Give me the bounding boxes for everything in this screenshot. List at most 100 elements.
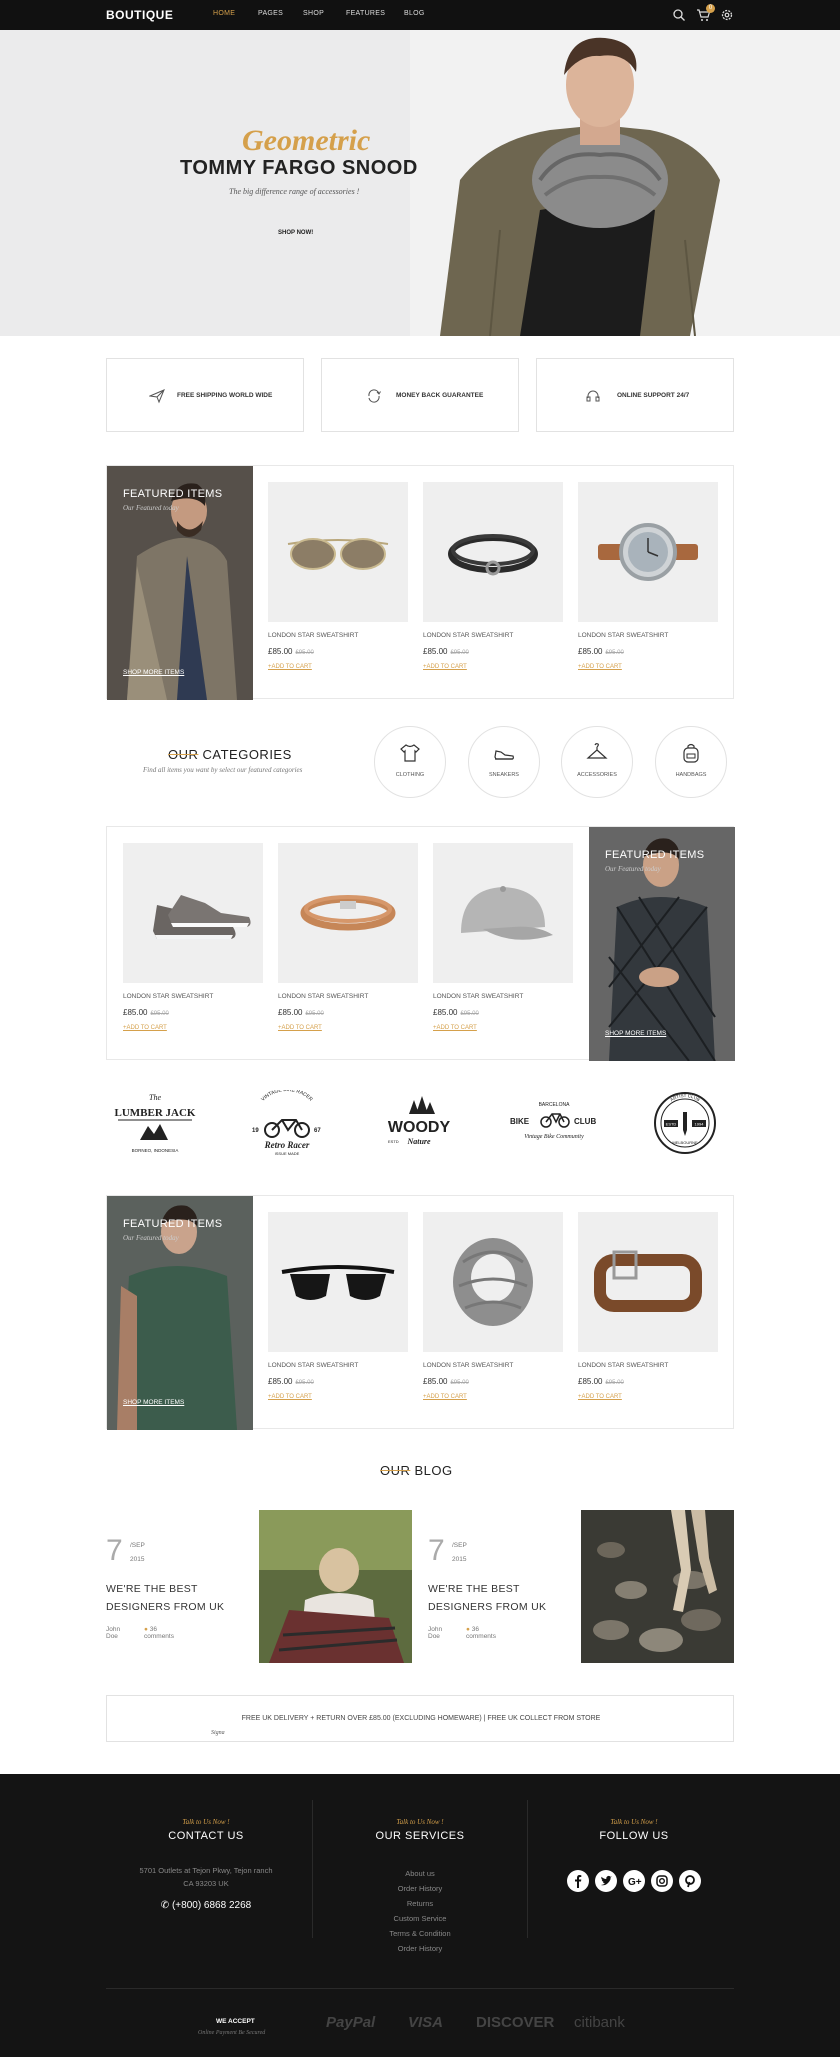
product-image[interactable] xyxy=(268,1212,408,1352)
nav-blog[interactable]: BLOG xyxy=(404,10,425,17)
category-sneakers[interactable]: SNEAKERS xyxy=(468,726,540,798)
add-to-cart-link[interactable]: +ADD TO CART xyxy=(578,664,718,670)
category-clothing[interactable]: CLOTHING xyxy=(374,726,446,798)
product-image[interactable] xyxy=(268,482,408,622)
shop-more-items-link[interactable]: SHOP MORE ITEMS xyxy=(605,1030,666,1037)
product-card[interactable]: LONDON STAR SWEATSHIRT £85.00 £95.00 +ADD… xyxy=(278,843,418,1031)
add-to-cart-link[interactable]: +ADD TO CART xyxy=(433,1025,573,1031)
banner-title: FEATURED ITEMS xyxy=(605,849,705,861)
product-name: LONDON STAR SWEATSHIRT xyxy=(578,1362,669,1369)
contact-title: CONTACT US xyxy=(168,1830,244,1842)
watch-image xyxy=(598,523,698,581)
service-link-returns[interactable]: Returns xyxy=(320,1896,520,1911)
product-price: £85.00 £95.00 xyxy=(423,647,563,656)
categories-subtitle: Find all items you want by select our fe… xyxy=(143,766,303,774)
product-card[interactable]: LONDON STAR SWEATSHIRT £85.00 £95.00 +ADD… xyxy=(423,482,563,670)
post-author: John Doe xyxy=(428,1626,443,1640)
comment-icon: ● xyxy=(144,1626,148,1633)
service-link-order-history-2[interactable]: Order History xyxy=(320,1941,520,1956)
product-card[interactable]: LONDON STAR SWEATSHIRT £85.00 £95.00 +ADD… xyxy=(268,482,408,670)
bracelet-image xyxy=(448,534,538,576)
product-image[interactable] xyxy=(423,1212,563,1352)
instagram-icon[interactable] xyxy=(651,1870,673,1892)
google-plus-icon[interactable]: G+ xyxy=(623,1870,645,1892)
bike-club-logo[interactable]: BARCELONA BIKE CLUB Vintage Bike Communi… xyxy=(504,1090,604,1156)
post-title[interactable]: WE'RE THE BEST DESIGNERS FROM UK xyxy=(106,1580,256,1616)
product-card[interactable]: LONDON STAR SWEATSHIRT £85.00 £95.00 +ADD… xyxy=(578,1212,718,1400)
service-link-custom-service[interactable]: Custom Service xyxy=(320,1911,520,1926)
product-image[interactable] xyxy=(278,843,418,983)
post-day: 7 xyxy=(428,1534,445,1567)
nav-pages[interactable]: PAGES xyxy=(258,10,283,17)
blog-post-image[interactable] xyxy=(259,1510,412,1663)
service-link-terms[interactable]: Terms & Condition xyxy=(320,1926,520,1941)
product-image[interactable] xyxy=(578,1212,718,1352)
categories-title-prefix: OUR xyxy=(168,747,199,762)
blog-post-image[interactable] xyxy=(581,1510,734,1663)
add-to-cart-link[interactable]: +ADD TO CART xyxy=(423,1394,563,1400)
post-title[interactable]: WE'RE THE BEST DESIGNERS FROM UK xyxy=(428,1580,578,1616)
blog-title-rest: BLOG xyxy=(410,1463,453,1478)
product-image[interactable] xyxy=(578,482,718,622)
post-month: /SEP xyxy=(130,1542,145,1549)
delivery-info-bar: FREE UK DELIVERY + RETURN OVER £85.00 (E… xyxy=(106,1695,734,1742)
product-price: £85.00 £95.00 xyxy=(123,1008,263,1017)
service-link-order-history[interactable]: Order History xyxy=(320,1881,520,1896)
cap-image xyxy=(461,886,553,940)
nav-shop[interactable]: SHOP xyxy=(303,10,324,17)
artist-club-logo[interactable]: ARTIST CLUB ESTD 1994 MELBOURNE xyxy=(650,1090,720,1156)
woody-nature-logo[interactable]: WOODY Nature ESTD xyxy=(374,1090,464,1156)
product-card[interactable]: LONDON STAR SWEATSHIRT £85.00 £95.00 +ADD… xyxy=(268,1212,408,1400)
footer-separator xyxy=(106,1988,734,1989)
settings-gear-icon[interactable] xyxy=(720,8,734,22)
contact-phone[interactable]: ✆ (+800) 6868 2268 xyxy=(106,1900,306,1911)
product-image[interactable] xyxy=(423,482,563,622)
current-price: £85.00 xyxy=(433,1008,458,1017)
add-to-cart-link[interactable]: +ADD TO CART xyxy=(268,664,408,670)
product-card[interactable]: LONDON STAR SWEATSHIRT £85.00 £95.00 +ADD… xyxy=(423,1212,563,1400)
paper-plane-icon xyxy=(149,389,165,404)
add-to-cart-link[interactable]: +ADD TO CART xyxy=(423,664,563,670)
post-month: /SEP xyxy=(452,1542,467,1549)
logo[interactable]: BOUTIQUE xyxy=(106,8,173,22)
product-card[interactable]: LONDON STAR SWEATSHIRT £85.00 £95.00 +ADD… xyxy=(433,843,573,1031)
nav-features[interactable]: FEATURES xyxy=(346,10,385,17)
twitter-icon[interactable] xyxy=(595,1870,617,1892)
svg-text:1994: 1994 xyxy=(695,1122,705,1127)
post-comments[interactable]: ● 36 comments xyxy=(466,1626,496,1640)
sunglasses-image xyxy=(287,538,389,570)
old-price: £95.00 xyxy=(605,1380,624,1386)
shop-more-items-link[interactable]: SHOP MORE ITEMS xyxy=(123,669,184,676)
footer-divider xyxy=(527,1800,528,1938)
product-image[interactable] xyxy=(123,843,263,983)
category-handbags[interactable]: HANDBAGS xyxy=(655,726,727,798)
product-name: LONDON STAR SWEATSHIRT xyxy=(123,993,214,1000)
post-comments-count: 36 comments xyxy=(466,1626,496,1640)
product-card[interactable]: LONDON STAR SWEATSHIRT £85.00 £95.00 +ADD… xyxy=(123,843,263,1031)
add-to-cart-link[interactable]: +ADD TO CART xyxy=(123,1025,263,1031)
add-to-cart-link[interactable]: +ADD TO CART xyxy=(268,1394,408,1400)
svg-text:Vintage Bike Community: Vintage Bike Community xyxy=(524,1134,584,1140)
product-image[interactable] xyxy=(433,843,573,983)
pinterest-icon[interactable] xyxy=(679,1870,701,1892)
shop-more-items-link[interactable]: SHOP MORE ITEMS xyxy=(123,1399,184,1406)
product-card[interactable]: LONDON STAR SWEATSHIRT £85.00 £95.00 +ADD… xyxy=(578,482,718,670)
category-accessories[interactable]: ACCESSORIES xyxy=(561,726,633,798)
lumber-jack-logo[interactable]: The LUMBER JACK BORNEO, INDONESIA xyxy=(110,1090,200,1156)
post-comments[interactable]: ● 36 comments xyxy=(144,1626,174,1640)
retro-racer-logo[interactable]: VINTAGE BIKE RACER 19 67 Retro Racer ISS… xyxy=(242,1090,332,1156)
follow-talk: Talk to Us Now ! xyxy=(610,1818,658,1826)
shop-now-button[interactable]: SHOP NOW! xyxy=(270,226,321,240)
facebook-icon[interactable] xyxy=(567,1870,589,1892)
headset-icon xyxy=(586,390,600,402)
banner-model-image xyxy=(589,827,735,1061)
add-to-cart-link[interactable]: +ADD TO CART xyxy=(278,1025,418,1031)
current-price: £85.00 xyxy=(278,1008,303,1017)
service-link-about[interactable]: About us xyxy=(320,1866,520,1881)
old-price: £95.00 xyxy=(150,1011,169,1017)
category-label: ACCESSORIES xyxy=(577,772,617,778)
search-icon[interactable] xyxy=(672,8,686,22)
svg-text:CLUB: CLUB xyxy=(574,1117,596,1126)
add-to-cart-link[interactable]: +ADD TO CART xyxy=(578,1394,718,1400)
nav-home[interactable]: HOME xyxy=(213,10,235,17)
